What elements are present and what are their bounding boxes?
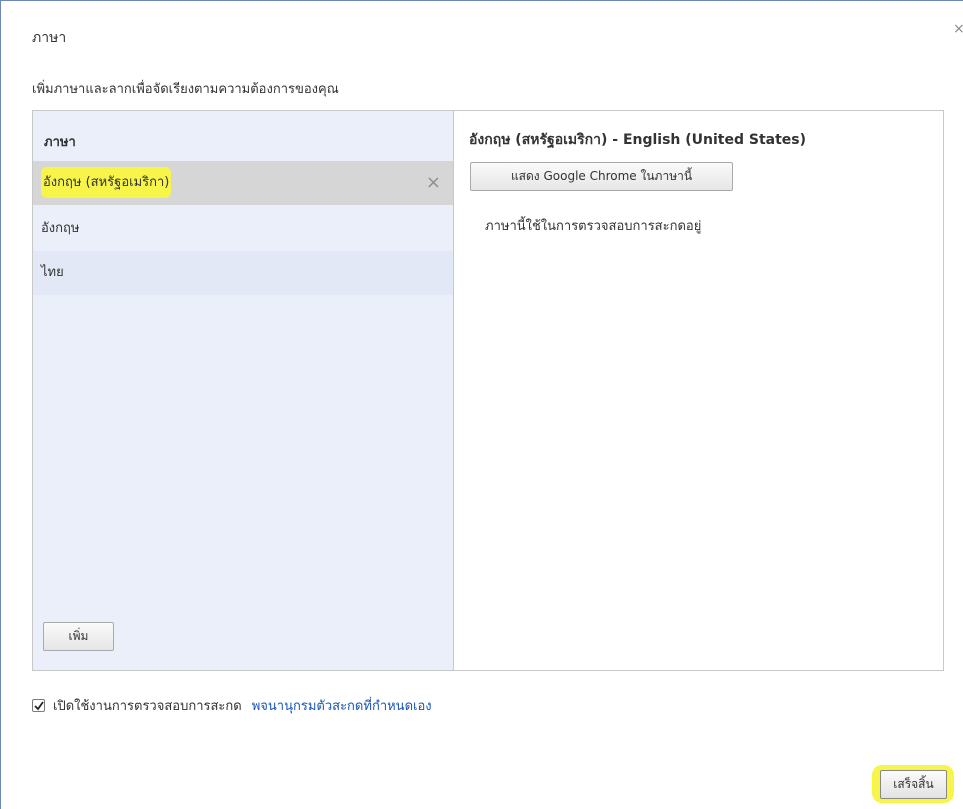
language-list-header: ภาษา bbox=[44, 135, 76, 150]
custom-dictionary-link[interactable]: พจนานุกรมตัวสะกดที่กำหนดเอง bbox=[252, 695, 432, 716]
language-details-title: อังกฤษ (สหรัฐอเมริกา) - English (United … bbox=[469, 132, 807, 148]
check-icon bbox=[33, 700, 44, 710]
spellcheck-row: เปิดใช้งานการตรวจสอบการสะกด พจนานุกรมตัว… bbox=[32, 695, 432, 716]
spellcheck-status-text: ภาษานี้ใช้ในการตรวจสอบการสะกดอยู่ bbox=[485, 219, 702, 234]
done-highlight: เสร็จสิ้น bbox=[872, 765, 954, 803]
close-icon[interactable]: × bbox=[953, 21, 963, 37]
dialog-subtitle: เพิ่มภาษาและลากเพื่อจัดเรียงตามความต้องก… bbox=[32, 82, 339, 97]
spellcheck-label[interactable]: เปิดใช้งานการตรวจสอบการสะกด bbox=[53, 695, 242, 716]
language-panel: ภาษา อังกฤษ (สหรัฐอเมริกา) × อังกฤษ ไทย … bbox=[32, 110, 944, 671]
language-item-english-us[interactable]: อังกฤษ (สหรัฐอเมริกา) × bbox=[33, 161, 453, 205]
language-item-label: ไทย bbox=[41, 265, 64, 280]
language-item-label: อังกฤษ (สหรัฐอเมริกา) bbox=[41, 167, 172, 198]
spellcheck-checkbox[interactable] bbox=[32, 699, 45, 712]
dialog-title: ภาษา bbox=[32, 30, 67, 46]
language-list: ภาษา อังกฤษ (สหรัฐอเมริกา) × อังกฤษ ไทย … bbox=[33, 111, 454, 670]
language-item-thai[interactable]: ไทย bbox=[33, 251, 453, 295]
remove-language-icon[interactable]: × bbox=[426, 161, 441, 205]
add-language-button[interactable]: เพิ่ม bbox=[43, 622, 114, 651]
language-item-label: อังกฤษ bbox=[41, 221, 80, 236]
language-item-english[interactable]: อังกฤษ bbox=[33, 207, 453, 251]
done-button[interactable]: เสร็จสิ้น bbox=[880, 770, 947, 799]
language-dialog: × ภาษา เพิ่มภาษาและลากเพื่อจัดเรียงตามคว… bbox=[0, 0, 963, 809]
display-chrome-in-language-button[interactable]: แสดง Google Chrome ในภาษานี้ bbox=[470, 162, 733, 191]
